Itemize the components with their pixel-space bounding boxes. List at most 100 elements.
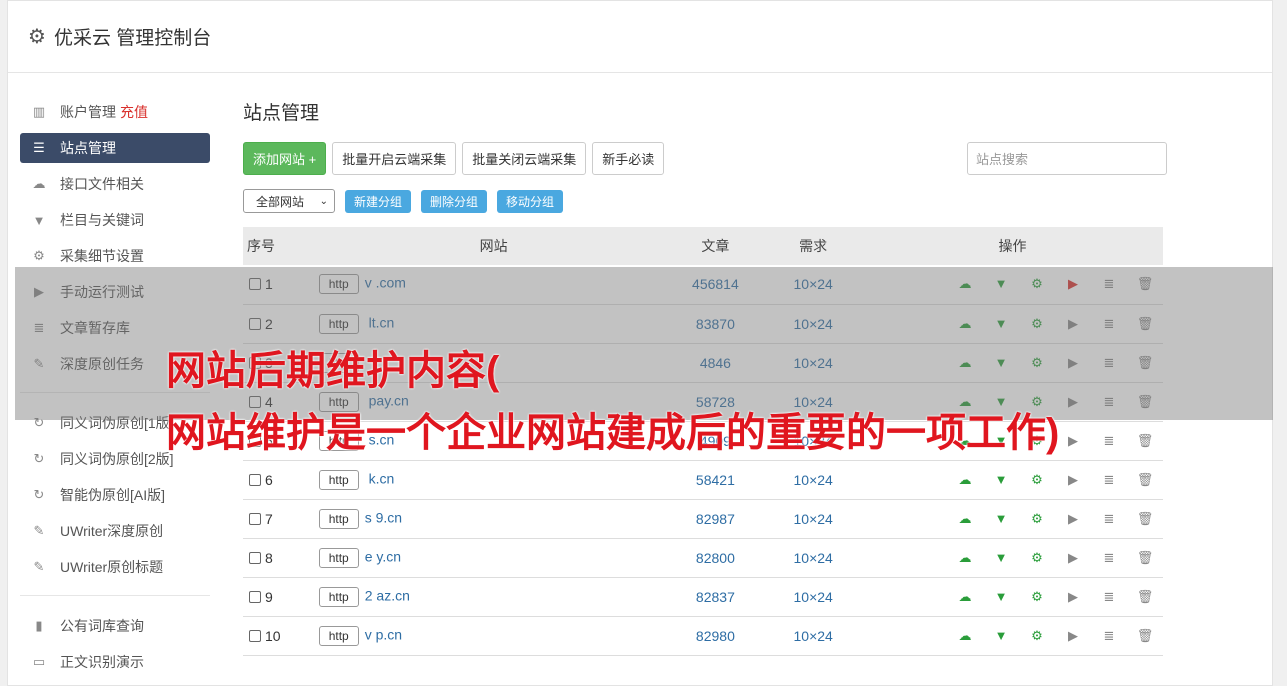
play-icon[interactable]: ▶ bbox=[1055, 355, 1091, 371]
database-icon[interactable]: ≣ bbox=[1091, 394, 1127, 410]
filter-icon[interactable]: ▼ bbox=[983, 550, 1019, 566]
site-domain-link[interactable]: k.cn bbox=[365, 470, 395, 486]
cogs-icon[interactable]: ⚙ bbox=[1019, 316, 1055, 332]
new-group-button[interactable]: 新建分组 bbox=[345, 189, 412, 213]
play-icon[interactable]: ▶ bbox=[1055, 589, 1091, 605]
sidebar-item[interactable]: ▶ 手动运行测试 bbox=[20, 274, 210, 310]
database-icon[interactable]: ≣ bbox=[1091, 472, 1127, 488]
row-checkbox[interactable] bbox=[249, 395, 261, 408]
cell-articles[interactable]: 82837 bbox=[666, 577, 765, 617]
cloud-upload-icon[interactable]: ☁ bbox=[947, 550, 983, 566]
cogs-icon[interactable]: ⚙ bbox=[1019, 355, 1055, 371]
trash-icon[interactable]: 🗑 bbox=[1127, 589, 1163, 605]
sidebar-item[interactable]: ↻ 智能伪原创[AI版] bbox=[20, 477, 210, 513]
cell-articles[interactable]: 4909 bbox=[666, 421, 765, 461]
database-icon[interactable]: ≣ bbox=[1091, 433, 1127, 449]
http-badge[interactable]: http bbox=[318, 547, 359, 568]
cloud-upload-icon[interactable]: ☁ bbox=[947, 472, 983, 488]
sidebar-item[interactable]: ✎ UWriter深度原创 bbox=[20, 513, 210, 549]
row-checkbox[interactable] bbox=[249, 434, 261, 447]
cell-demand[interactable]: 10×24 bbox=[764, 382, 862, 422]
site-domain-link[interactable]: v p.cn bbox=[365, 626, 402, 642]
cell-demand[interactable]: 10×24 bbox=[764, 616, 862, 656]
delete-group-button[interactable]: 删除分组 bbox=[421, 189, 488, 213]
site-domain-link[interactable]: lt.cn bbox=[365, 314, 395, 330]
filter-icon[interactable]: ▼ bbox=[983, 628, 1019, 644]
database-icon[interactable]: ≣ bbox=[1091, 589, 1127, 605]
sidebar-item[interactable]: ☁ 接口文件相关 bbox=[20, 166, 210, 202]
play-icon[interactable]: ▶ bbox=[1055, 472, 1091, 488]
filter-icon[interactable]: ▼ bbox=[983, 472, 1019, 488]
cell-demand[interactable]: 10×24 bbox=[764, 265, 862, 305]
sidebar-item[interactable]: ▼ 栏目与关键词 bbox=[20, 202, 210, 238]
cloud-upload-icon[interactable]: ☁ bbox=[947, 276, 983, 292]
cogs-icon[interactable]: ⚙ bbox=[1019, 628, 1055, 644]
site-domain-link[interactable]: v .com bbox=[365, 275, 406, 291]
cell-demand[interactable]: 10×24 bbox=[764, 343, 862, 383]
cogs-icon[interactable]: ⚙ bbox=[1019, 276, 1055, 292]
filter-icon[interactable]: ▼ bbox=[983, 316, 1019, 332]
http-badge[interactable]: http bbox=[318, 508, 359, 529]
http-badge[interactable]: http bbox=[318, 586, 359, 607]
trash-icon[interactable]: 🗑 bbox=[1127, 628, 1163, 644]
cell-demand[interactable]: 10×24 bbox=[764, 304, 862, 344]
http-badge[interactable]: http bbox=[318, 430, 359, 451]
database-icon[interactable]: ≣ bbox=[1091, 355, 1127, 371]
batch-disable-button[interactable]: 批量关闭云端采集 bbox=[462, 142, 587, 175]
row-checkbox[interactable] bbox=[249, 629, 261, 642]
batch-enable-button[interactable]: 批量开启云端采集 bbox=[332, 142, 457, 175]
http-badge[interactable]: http bbox=[318, 313, 359, 334]
trash-icon[interactable]: 🗑 bbox=[1127, 316, 1163, 332]
http-badge[interactable]: http bbox=[318, 274, 359, 295]
play-icon[interactable]: ▶ bbox=[1055, 628, 1091, 644]
filter-icon[interactable]: ▼ bbox=[983, 394, 1019, 410]
trash-icon[interactable]: 🗑 bbox=[1127, 276, 1163, 292]
cogs-icon[interactable]: ⚙ bbox=[1019, 511, 1055, 527]
cloud-upload-icon[interactable]: ☁ bbox=[947, 394, 983, 410]
row-checkbox[interactable] bbox=[249, 512, 261, 525]
sidebar-item[interactable]: ✎ UWriter原创标题 bbox=[20, 549, 210, 585]
site-search-input[interactable]: 站点搜索 bbox=[967, 142, 1167, 175]
sidebar-item[interactable]: ↻ 同义词伪原创[2版] bbox=[20, 441, 210, 477]
cell-articles[interactable]: 82980 bbox=[666, 616, 765, 656]
cogs-icon[interactable]: ⚙ bbox=[1019, 394, 1055, 410]
sidebar-item[interactable]: ✎ 深度原创任务 bbox=[20, 346, 210, 382]
cloud-upload-icon[interactable]: ☁ bbox=[947, 355, 983, 371]
site-domain-link[interactable]: s.cn bbox=[365, 431, 395, 447]
trash-icon[interactable]: 🗑 bbox=[1127, 550, 1163, 566]
filter-icon[interactable]: ▼ bbox=[983, 355, 1019, 371]
cell-articles[interactable]: 82987 bbox=[666, 499, 765, 539]
sidebar-item[interactable]: ▭ 正文识别演示 bbox=[20, 644, 210, 680]
database-icon[interactable]: ≣ bbox=[1091, 316, 1127, 332]
cloud-upload-icon[interactable]: ☁ bbox=[947, 433, 983, 449]
cloud-upload-icon[interactable]: ☁ bbox=[947, 628, 983, 644]
cell-articles[interactable]: 4846 bbox=[666, 343, 765, 383]
http-badge[interactable]: http bbox=[318, 352, 359, 373]
http-badge[interactable]: http bbox=[318, 391, 359, 412]
database-icon[interactable]: ≣ bbox=[1091, 628, 1127, 644]
sidebar-item[interactable]: ↻ 同义词伪原创[1版] bbox=[20, 405, 210, 441]
sidebar-item[interactable]: ☰ 站点管理 bbox=[20, 133, 210, 163]
cell-demand[interactable]: 10×24 bbox=[764, 538, 862, 578]
cogs-icon[interactable]: ⚙ bbox=[1019, 550, 1055, 566]
cogs-icon[interactable]: ⚙ bbox=[1019, 472, 1055, 488]
cloud-upload-icon[interactable]: ☁ bbox=[947, 316, 983, 332]
cell-demand[interactable]: 10×24 bbox=[764, 577, 862, 617]
add-site-button[interactable]: 添加网站 + bbox=[243, 142, 327, 175]
row-checkbox[interactable] bbox=[249, 551, 261, 564]
cogs-icon[interactable]: ⚙ bbox=[1019, 433, 1055, 449]
database-icon[interactable]: ≣ bbox=[1091, 550, 1127, 566]
guide-button[interactable]: 新手必读 bbox=[592, 142, 665, 175]
http-badge[interactable]: http bbox=[318, 469, 359, 490]
cell-articles[interactable]: 456814 bbox=[666, 265, 765, 305]
trash-icon[interactable]: 🗑 bbox=[1127, 511, 1163, 527]
sidebar-item[interactable]: ▥ 账户管理 充值 bbox=[20, 94, 210, 130]
sidebar-item[interactable]: ≣ 文章暂存库 bbox=[20, 310, 210, 346]
database-icon[interactable]: ≣ bbox=[1091, 276, 1127, 292]
row-checkbox[interactable] bbox=[249, 317, 261, 330]
trash-icon[interactable]: 🗑 bbox=[1127, 472, 1163, 488]
play-icon[interactable]: ▶ bbox=[1055, 433, 1091, 449]
filter-icon[interactable]: ▼ bbox=[983, 433, 1019, 449]
cell-demand[interactable]: 10×24 bbox=[764, 460, 862, 500]
sidebar-item[interactable]: ▮ 公有词库查询 bbox=[20, 608, 210, 644]
